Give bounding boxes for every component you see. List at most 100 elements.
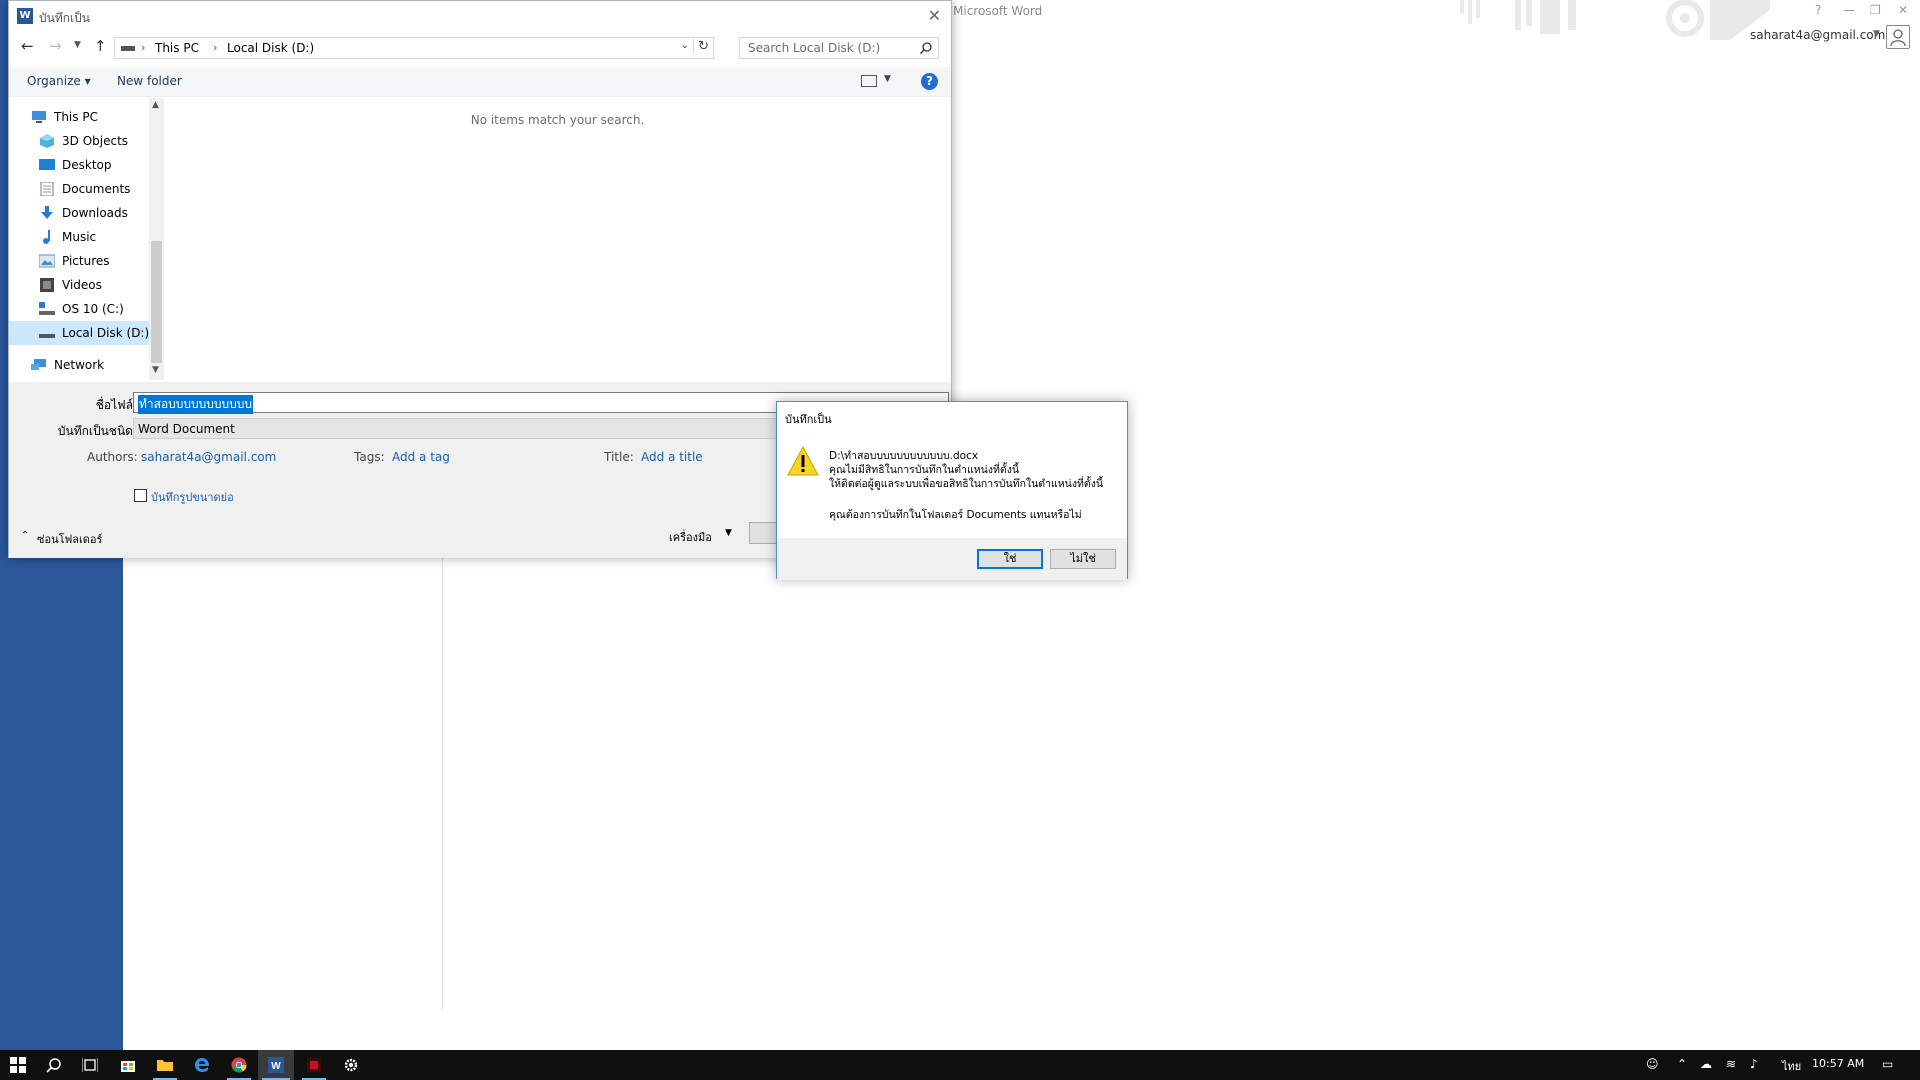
- breadcrumb-this-pc[interactable]: This PC: [155, 41, 199, 55]
- word-title-decoration: [1460, 0, 1770, 40]
- document-icon: [40, 182, 54, 196]
- chrome-icon: [231, 1057, 247, 1073]
- sidebar-item-3d-objects[interactable]: 3D Objects: [9, 129, 149, 153]
- word-icon: W: [17, 8, 33, 24]
- address-bar[interactable]: › This PC › Local Disk (D:) ⌄ ↻: [114, 37, 714, 59]
- navigation-row: ← → ▼ ↑ › This PC › Local Disk (D:) ⌄ ↻ …: [9, 35, 951, 61]
- title-value[interactable]: Add a title: [641, 450, 703, 464]
- chevron-right-icon[interactable]: ›: [213, 41, 217, 54]
- computer-icon: [32, 111, 46, 123]
- sidebar-item-videos[interactable]: Videos: [9, 273, 149, 297]
- search-button[interactable]: [36, 1050, 72, 1080]
- file-explorer-icon: [157, 1060, 173, 1071]
- volume-icon[interactable]: ♪: [1750, 1057, 1758, 1071]
- up-arrow-icon[interactable]: ↑: [94, 37, 107, 55]
- word-help-button[interactable]: ?: [1815, 3, 1821, 17]
- store-icon: [121, 1061, 135, 1072]
- word-app[interactable]: W: [258, 1050, 294, 1080]
- warning-icon: [787, 446, 819, 476]
- view-icon[interactable]: [861, 75, 877, 87]
- scroll-down-icon[interactable]: ▼: [152, 365, 159, 375]
- new-folder-button[interactable]: New folder: [117, 74, 182, 88]
- media-app[interactable]: [296, 1050, 332, 1080]
- sidebar-item-this-pc[interactable]: This PC: [9, 105, 149, 129]
- dialog-title: บันทึกเป็น: [39, 11, 90, 25]
- no-button[interactable]: ไม่ใช่: [1050, 549, 1116, 569]
- sidebar-item-documents[interactable]: Documents: [9, 177, 149, 201]
- task-view-button[interactable]: [72, 1050, 108, 1080]
- tags-label: Tags:: [354, 450, 385, 464]
- alert-message-line: ให้ติดต่อผู้ดูแลระบบเพื่อขอสิทธิในการบัน…: [829, 478, 1104, 490]
- avatar[interactable]: [1886, 25, 1910, 49]
- media-app-icon: [307, 1058, 321, 1072]
- chevron-down-icon[interactable]: ▼: [1873, 29, 1880, 39]
- save-thumbnail-label[interactable]: บันทึกรูปขนาดย่อ: [151, 488, 234, 506]
- sidebar-item-pictures[interactable]: Pictures: [9, 249, 149, 273]
- notification-icon[interactable]: ▭: [1882, 1057, 1893, 1071]
- filename-label: ชื่อไฟล์:: [95, 398, 137, 412]
- taskbar: W ☺ ⌃ ☁ ≋ ♪ ไทย 10:57 AM ▭: [0, 1050, 1920, 1080]
- picture-icon: [39, 254, 55, 268]
- help-icon[interactable]: ?: [921, 73, 938, 90]
- sidebar-item-network[interactable]: Network: [9, 353, 149, 377]
- task-view-icon: [82, 1058, 98, 1072]
- chevron-up-icon: ⌃: [21, 530, 30, 541]
- wifi-icon[interactable]: ≋: [1726, 1057, 1736, 1071]
- alert-title: บันทึกเป็น: [785, 413, 832, 426]
- dialog-toolbar: Organize ▾ New folder ▼ ?: [9, 67, 951, 97]
- search-input[interactable]: Search Local Disk (D:): [739, 37, 939, 59]
- empty-message: No items match your search.: [470, 113, 645, 127]
- tags-value[interactable]: Add a tag: [392, 450, 450, 464]
- edge-app[interactable]: [184, 1050, 220, 1080]
- navigation-scrollbar[interactable]: ▲ ▼: [149, 98, 164, 380]
- word-restore-button[interactable]: ❐: [1870, 3, 1881, 17]
- search-placeholder: Search Local Disk (D:): [748, 41, 881, 55]
- network-icon: [31, 359, 46, 370]
- chevron-down-icon[interactable]: ▼: [884, 74, 891, 84]
- divider: [442, 555, 443, 1010]
- breadcrumb-local-disk[interactable]: Local Disk (D:): [227, 41, 314, 55]
- yes-button[interactable]: ใช่: [977, 549, 1043, 569]
- sidebar-item-desktop[interactable]: Desktop: [9, 153, 149, 177]
- store-app[interactable]: [110, 1050, 146, 1080]
- scrollbar-thumb[interactable]: [151, 241, 162, 363]
- chrome-app[interactable]: [221, 1050, 257, 1080]
- back-arrow-icon[interactable]: ←: [21, 37, 34, 55]
- recent-locations-icon[interactable]: ▼: [74, 40, 81, 50]
- sidebar-item-local-disk-d[interactable]: Local Disk (D:): [9, 321, 149, 345]
- people-icon[interactable]: ☺: [1646, 1057, 1659, 1071]
- authors-value[interactable]: saharat4a@gmail.com: [141, 450, 276, 464]
- cube-icon: [40, 134, 54, 148]
- organize-button[interactable]: Organize ▾: [27, 74, 91, 88]
- scroll-up-icon[interactable]: ▲: [152, 100, 159, 110]
- chevron-up-icon[interactable]: ⌃: [1677, 1057, 1687, 1071]
- word-close-button[interactable]: ✕: [1898, 3, 1908, 17]
- save-thumbnail-checkbox[interactable]: [134, 489, 147, 502]
- file-explorer-app[interactable]: [147, 1050, 183, 1080]
- drive-icon: [121, 46, 135, 51]
- chevron-down-icon[interactable]: ⌄: [681, 40, 689, 51]
- input-language[interactable]: ไทย: [1782, 1057, 1801, 1075]
- close-button[interactable]: ✕: [928, 6, 941, 25]
- title-label: Title:: [604, 450, 634, 464]
- sidebar-item-music[interactable]: Music: [9, 225, 149, 249]
- user-account[interactable]: saharat4a@gmail.com: [1750, 28, 1885, 42]
- file-list[interactable]: No items match your search.: [164, 98, 951, 380]
- sidebar-item-os-c[interactable]: OS 10 (C:): [9, 297, 149, 321]
- filename-value: ทำสอบบบบบบบบบบบ: [138, 395, 253, 414]
- refresh-icon[interactable]: ↻: [693, 39, 709, 54]
- word-minimize-button[interactable]: —: [1843, 3, 1855, 17]
- chevron-down-icon: ▼: [725, 528, 732, 538]
- forward-arrow-icon[interactable]: →: [49, 37, 62, 55]
- start-icon: [10, 1057, 26, 1073]
- search-icon: [46, 1058, 61, 1073]
- chevron-right-icon[interactable]: ›: [141, 41, 145, 54]
- download-icon: [41, 206, 53, 219]
- alert-question: คุณต้องการบันทึกในโฟลเดอร์ Documents แทน…: [829, 509, 1082, 521]
- start-button[interactable]: [0, 1050, 36, 1080]
- clock[interactable]: 10:57 AM: [1812, 1057, 1864, 1070]
- settings-app[interactable]: [333, 1050, 369, 1080]
- onedrive-icon[interactable]: ☁: [1700, 1057, 1712, 1071]
- sidebar-item-downloads[interactable]: Downloads: [9, 201, 149, 225]
- search-icon: [920, 42, 932, 54]
